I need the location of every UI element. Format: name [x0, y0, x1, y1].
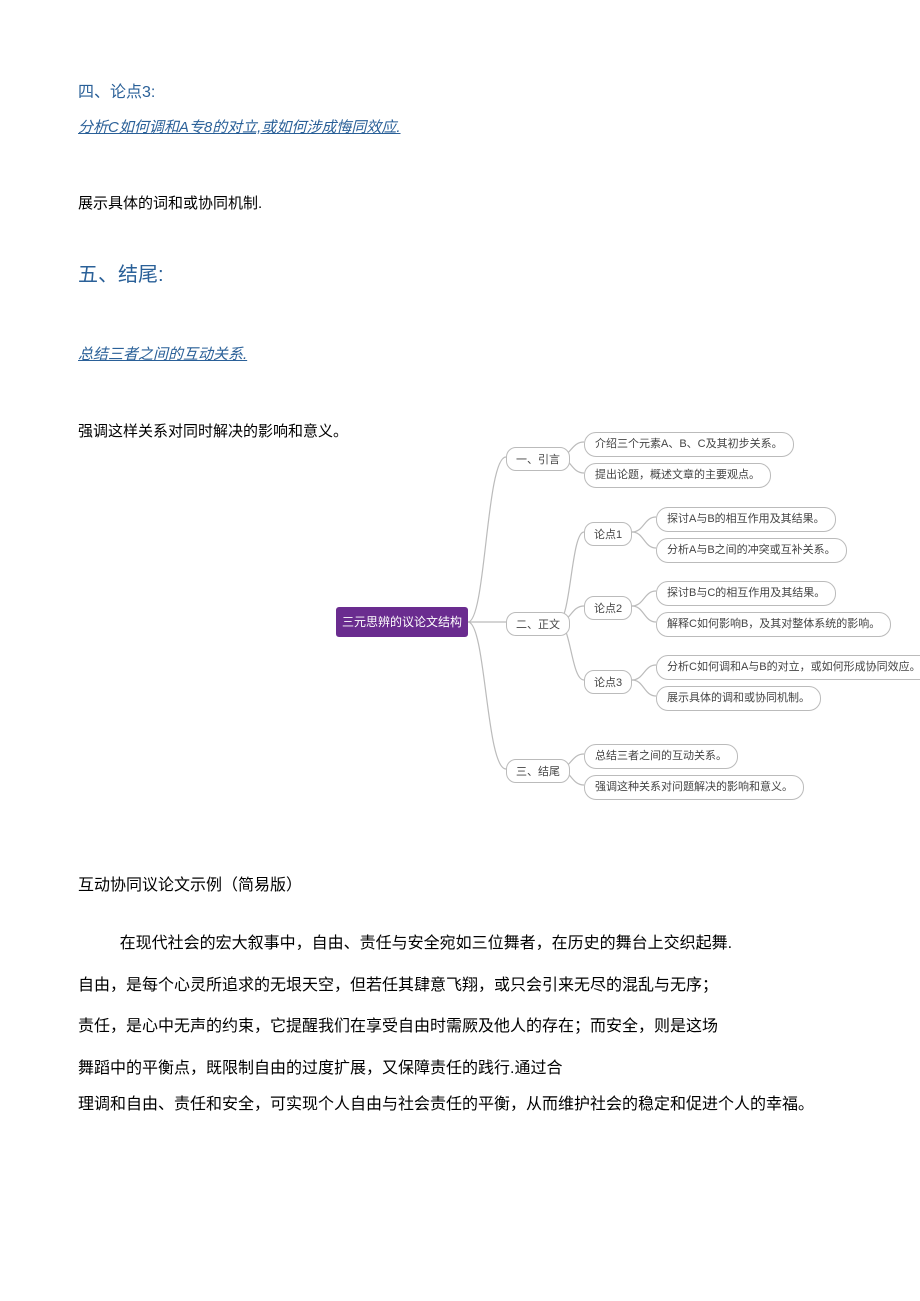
mindmap-leaf: 介绍三个元素A、B、C及其初步关系。	[584, 432, 794, 457]
essay-line: 自由，是每个心灵所追求的无垠天空，但若任其肆意飞翔，或只会引来无尽的混乱与无序；	[78, 977, 718, 994]
mindmap-branch-intro: 一、引言	[506, 447, 570, 471]
section4-italic: 分析C如何调和A专8的对立,或如何涉成悔同效应.	[78, 114, 848, 143]
mindmap-leaf: 探讨B与C的相互作用及其结果。	[656, 581, 836, 606]
mindmap-diagram: 三元思辨的议论文结构 一、引言 介绍三个元素A、B、C及其初步关系。 提出论题，…	[336, 433, 920, 811]
mindmap-sub-point3: 论点3	[584, 670, 632, 694]
mindmap-sub-point2: 论点2	[584, 596, 632, 620]
mindmap-leaf: 展示具体的调和或协同机制。	[656, 686, 821, 711]
section5-italic: 总结三者之间的互动关系.	[78, 341, 848, 370]
essay-line: 舞蹈中的平衡点，既限制自由的过度扩展，又保障责任的践行.通过合	[78, 1060, 562, 1077]
mindmap-branch-conclusion: 三、结尾	[506, 759, 570, 783]
section5-heading: 五、结尾:	[78, 259, 848, 291]
mindmap-leaf: 提出论题，概述文章的主要观点。	[584, 463, 771, 488]
example-paragraph: 在现代社会的宏大叙事中，自由、责任与安全宛如三位舞者，在历史的舞台上交织起舞. …	[78, 923, 848, 1089]
mindmap-leaf: 强调这种关系对问题解决的影响和意义。	[584, 775, 804, 800]
mindmap-sub-point1: 论点1	[584, 522, 632, 546]
document-page: 四、论点3: 分析C如何调和A专8的对立,或如何涉成悔同效应. 展示具体的词和或…	[0, 0, 920, 1181]
example-paragraph-tail: 理调和自由、责任和安全，可实现个人自由与社会责任的平衡，从而维护社会的稳定和促进…	[78, 1089, 848, 1121]
essay-line: 在现代社会的宏大叙事中，自由、责任与安全宛如三位舞者，在历史的舞台上交织起舞.	[120, 935, 732, 952]
essay-line: 责任，是心中无声的约束，它提醒我们在享受自由时需厥及他人的存在；而安全，则是这场	[78, 1018, 718, 1035]
example-title: 互动协同议论文示例（简易版）	[78, 871, 848, 895]
section4-heading: 四、论点3:	[78, 80, 848, 106]
mindmap-leaf: 分析A与B之间的冲突或互补关系。	[656, 538, 847, 563]
mindmap-branch-body: 二、正文	[506, 612, 570, 636]
section4-body: 展示具体的词和或协同机制.	[78, 190, 848, 219]
mindmap-leaf: 解释C如何影响B，及其对整体系统的影响。	[656, 612, 891, 637]
mindmap-leaf: 探讨A与B的相互作用及其结果。	[656, 507, 836, 532]
mindmap-root: 三元思辨的议论文结构	[336, 607, 468, 637]
mindmap-leaf: 总结三者之间的互动关系。	[584, 744, 738, 769]
mindmap-leaf: 分析C如何调和A与B的对立，或如何形成协同效应。	[656, 655, 920, 680]
